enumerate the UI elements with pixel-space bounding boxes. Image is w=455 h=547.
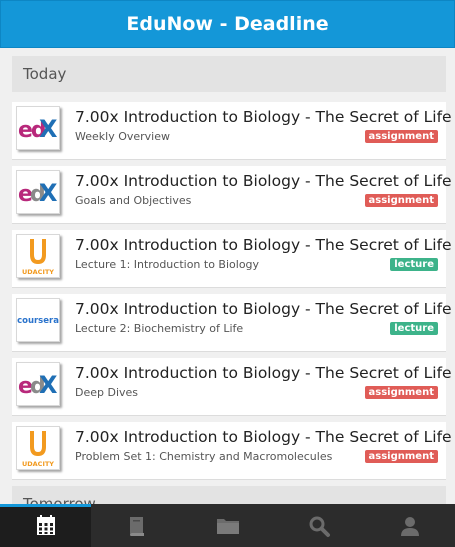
section-header-tomorrow: Tomorrow [12, 486, 446, 504]
book-icon [129, 516, 144, 536]
app-header: EduNow - Deadline [0, 0, 455, 48]
tab-bar [0, 504, 455, 547]
list-item[interactable]: e d X 7.00x Introduction to Biology - Th… [12, 358, 452, 416]
tag-badge: assignment [364, 450, 438, 463]
tab-profile[interactable] [364, 504, 455, 547]
edx-logo: ed X [16, 106, 60, 150]
search-icon [309, 516, 330, 537]
list-item[interactable]: ed X 7.00x Introduction to Biology - The… [12, 102, 452, 160]
calendar-icon [36, 514, 55, 535]
svg-text:X: X [39, 115, 58, 143]
svg-text:UDACITY: UDACITY [22, 460, 54, 468]
item-subtitle: Lecture 1: Introduction to Biology [75, 258, 260, 271]
tab-search[interactable] [273, 504, 364, 547]
section-label: Tomorrow [23, 495, 96, 504]
item-subtitle: Weekly Overview [75, 130, 170, 143]
folder-icon [216, 518, 239, 534]
tag-badge: lecture [390, 258, 438, 271]
tag-badge: assignment [364, 386, 438, 399]
list-item[interactable]: coursera 7.00x Introduction to Biology -… [12, 294, 452, 352]
item-subtitle: Deep Dives [75, 386, 139, 399]
section-label: Today [23, 65, 67, 83]
list-item[interactable]: UDACITY 7.00x Introduction to Biology - … [12, 230, 452, 288]
svg-text:X: X [39, 179, 58, 207]
edx-logo: e d X [16, 170, 60, 214]
item-subtitle: Goals and Objectives [75, 194, 192, 207]
item-subtitle: Lecture 2: Biochemistry of Life [75, 322, 244, 335]
course-title: 7.00x Introduction to Biology - The Secr… [75, 428, 452, 446]
tab-files[interactable] [182, 504, 273, 547]
course-title: 7.00x Introduction to Biology - The Secr… [75, 172, 452, 190]
user-icon [400, 516, 419, 536]
tab-calendar[interactable] [0, 504, 91, 547]
udacity-logo: UDACITY [16, 234, 60, 278]
edx-logo: e d X [16, 362, 60, 406]
list-item[interactable]: UDACITY 7.00x Introduction to Biology - … [12, 422, 452, 480]
page-title: EduNow - Deadline [126, 13, 329, 35]
svg-text:X: X [39, 371, 58, 399]
course-title: 7.00x Introduction to Biology - The Secr… [75, 236, 452, 254]
list-item[interactable]: e d X 7.00x Introduction to Biology - Th… [12, 166, 452, 224]
course-title: 7.00x Introduction to Biology - The Secr… [75, 108, 452, 126]
tag-badge: assignment [364, 130, 438, 143]
svg-text:UDACITY: UDACITY [22, 268, 54, 276]
section-header-today: Today [12, 56, 446, 92]
tag-badge: lecture [390, 322, 438, 335]
course-title: 7.00x Introduction to Biology - The Secr… [75, 300, 452, 318]
item-subtitle: Problem Set 1: Chemistry and Macromolecu… [75, 450, 333, 463]
deadline-list[interactable]: Today ed X 7.00x Introduction to Biology… [0, 48, 455, 504]
udacity-logo: UDACITY [16, 426, 60, 470]
coursera-logo: coursera [16, 298, 60, 342]
svg-text:coursera: coursera [17, 316, 59, 326]
course-title: 7.00x Introduction to Biology - The Secr… [75, 364, 452, 382]
tag-badge: assignment [364, 194, 438, 207]
tab-courses[interactable] [91, 504, 182, 547]
